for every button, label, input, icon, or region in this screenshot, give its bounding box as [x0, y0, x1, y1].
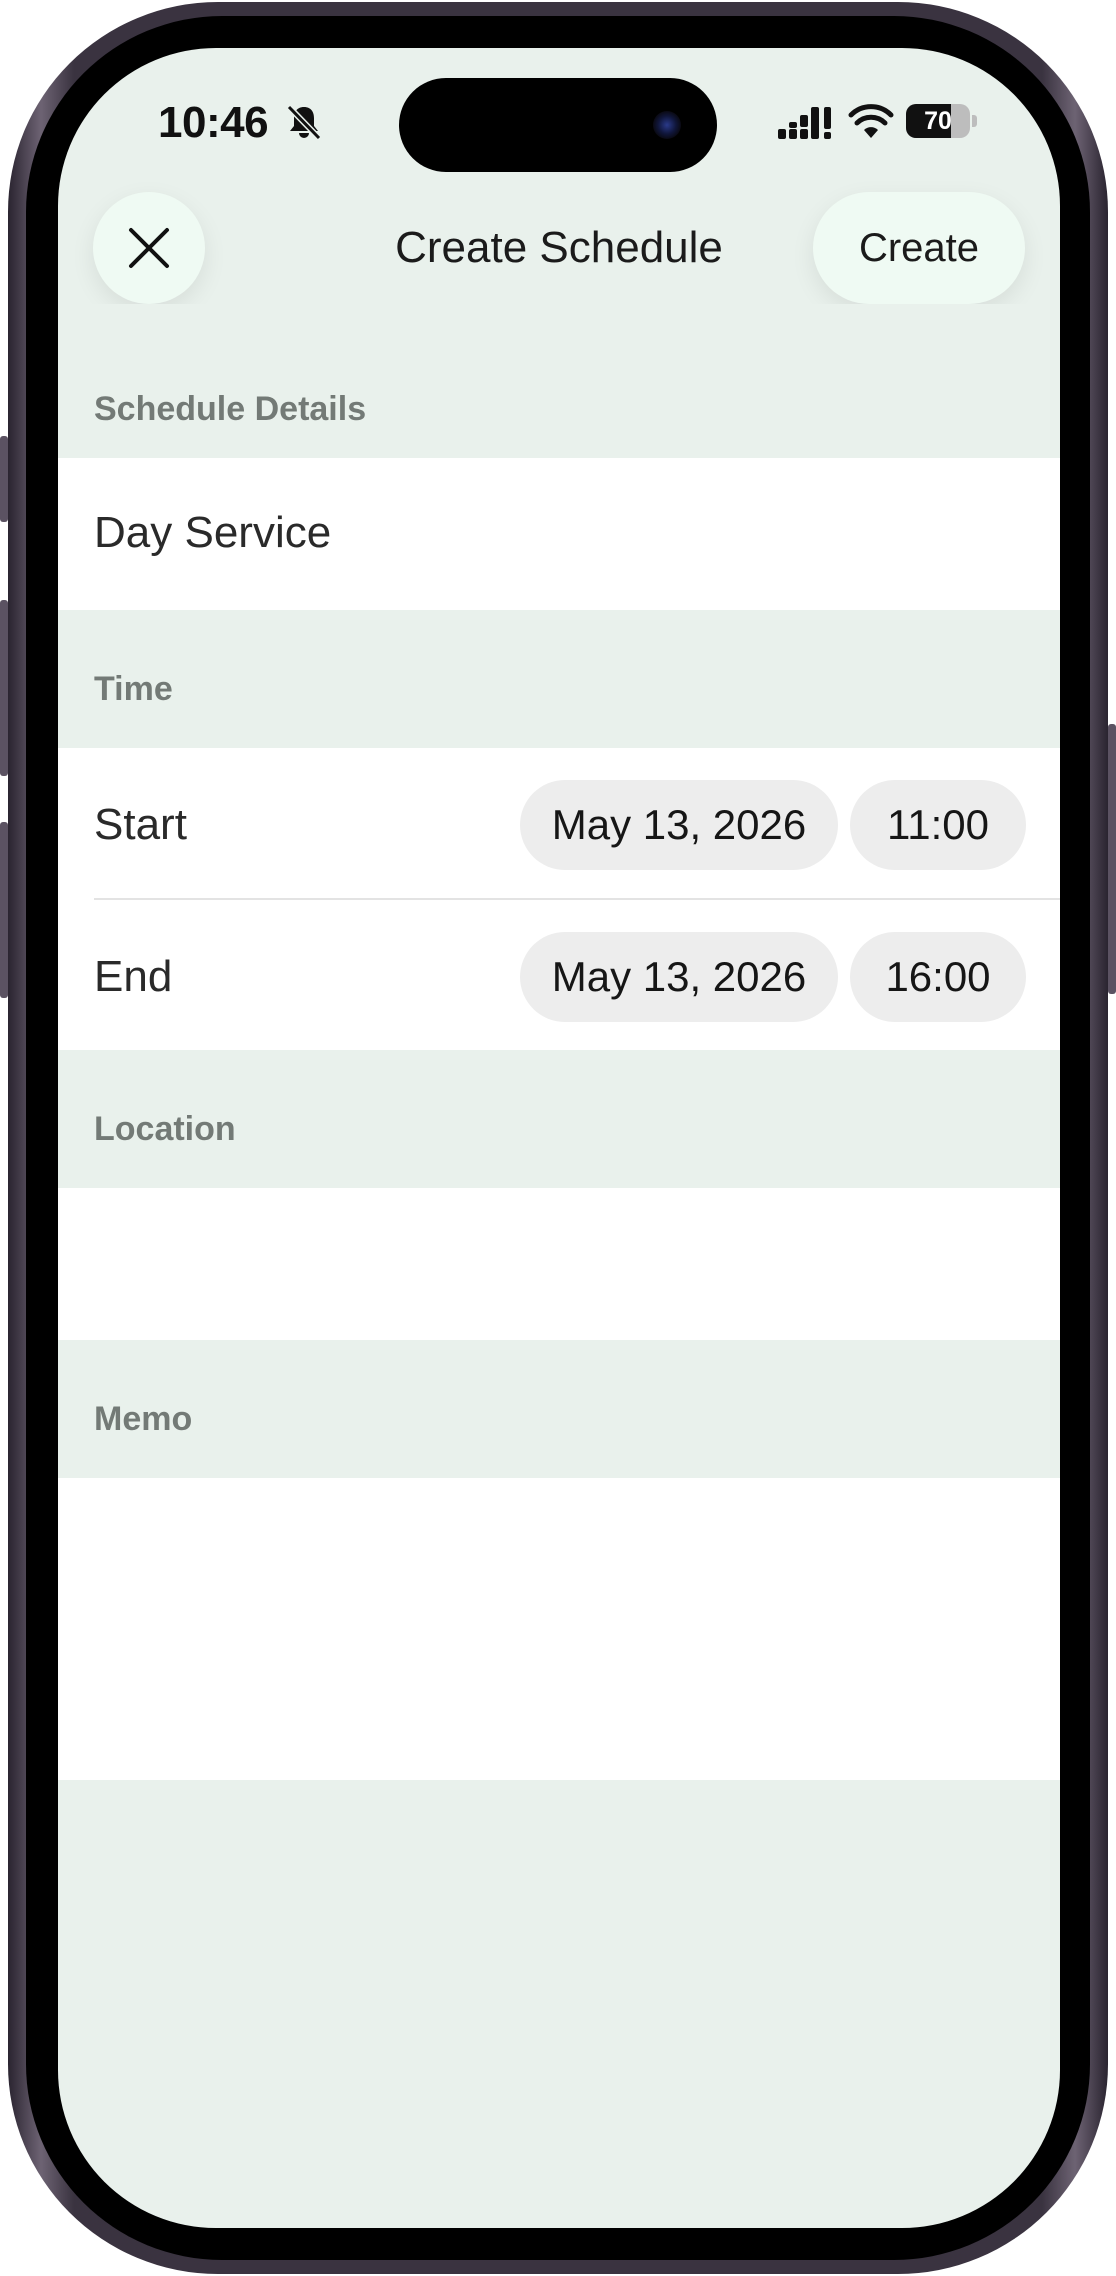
- section-title: Schedule Details: [94, 390, 367, 428]
- location-field[interactable]: [58, 1188, 1060, 1340]
- create-button[interactable]: Create: [813, 192, 1025, 304]
- screen: 10:46 70 Create Schedule Create Schedule…: [58, 48, 1060, 2228]
- bell-slash-icon: [286, 104, 322, 141]
- power-button: [1108, 724, 1116, 994]
- row-divider: [94, 898, 1060, 900]
- close-icon: [129, 228, 169, 268]
- action-button: [0, 436, 8, 522]
- end-date-picker[interactable]: May 13, 2026: [520, 932, 838, 1022]
- end-label: End: [94, 952, 173, 1001]
- status-time: 10:46: [158, 98, 269, 147]
- start-date-picker[interactable]: May 13, 2026: [520, 780, 838, 870]
- section-header-time: Time: [58, 610, 1060, 748]
- section-header-location: Location: [58, 1050, 1060, 1188]
- cellular-signal-icon: [778, 107, 831, 139]
- section-title: Memo: [94, 1400, 193, 1438]
- schedule-title-field[interactable]: Day Service: [58, 458, 1060, 610]
- navigation-bar: Create Schedule Create: [58, 192, 1060, 304]
- schedule-title-value: Day Service: [94, 508, 332, 557]
- dynamic-island: [399, 78, 717, 172]
- memo-field[interactable]: [58, 1478, 1060, 1780]
- end-time-picker[interactable]: 16:00: [850, 932, 1026, 1022]
- section-header-schedule-details: Schedule Details: [58, 304, 1060, 458]
- close-button[interactable]: [93, 192, 205, 304]
- start-time-picker[interactable]: 11:00: [850, 780, 1026, 870]
- status-bar: 10:46 70: [58, 48, 1060, 188]
- section-header-memo: Memo: [58, 1340, 1060, 1478]
- camera-icon: [653, 111, 681, 139]
- wifi-icon: [848, 104, 894, 138]
- time-section: Start May 13, 2026 11:00 End May 13, 202…: [58, 748, 1060, 1050]
- volume-up-button: [0, 600, 8, 776]
- battery-icon: 70: [906, 104, 978, 140]
- section-title: Time: [94, 670, 173, 708]
- start-label: Start: [94, 800, 187, 849]
- section-title: Location: [94, 1110, 236, 1148]
- volume-down-button: [0, 822, 8, 998]
- battery-percent: 70: [924, 107, 952, 135]
